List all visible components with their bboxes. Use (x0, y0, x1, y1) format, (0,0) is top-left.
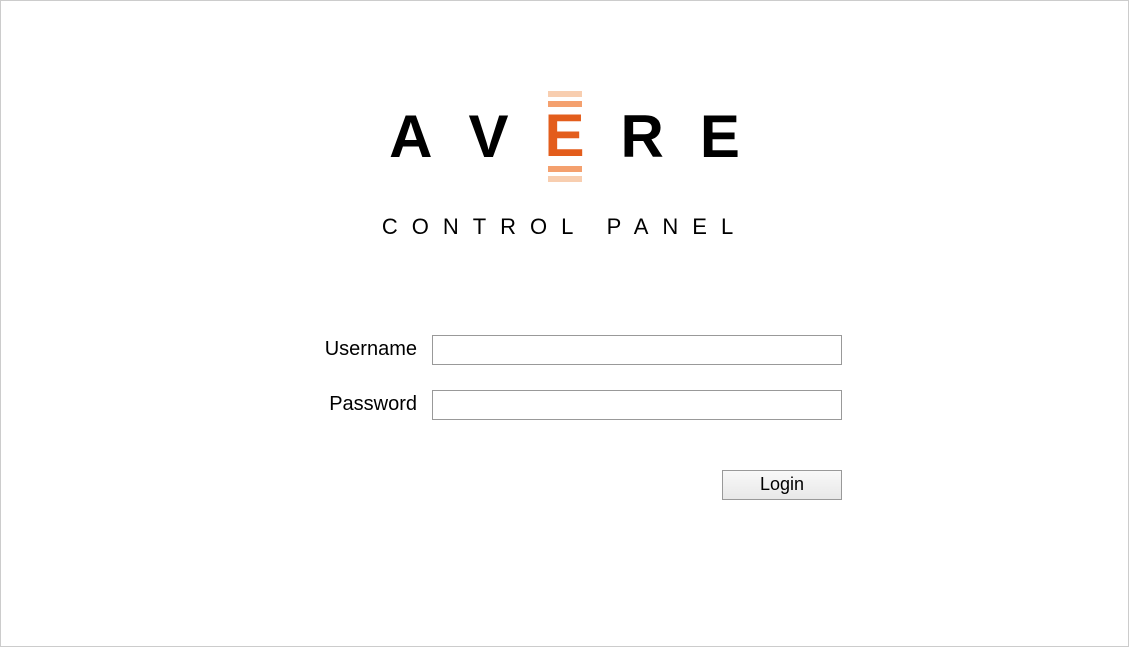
login-panel: A V E R E CONTROL PANEL Username Passwor… (0, 0, 1129, 647)
decor-bar-icon (548, 91, 582, 97)
brand-letter-a: A (389, 102, 432, 171)
brand-logo: A V E R E CONTROL PANEL (382, 91, 747, 240)
login-button[interactable]: Login (722, 470, 842, 500)
username-row: Username (287, 335, 842, 365)
brand-e-stack: E (544, 91, 584, 182)
logo-area: A V E R E CONTROL PANEL (1, 1, 1128, 240)
brand-letter-e2: E (700, 102, 740, 171)
password-label: Password (287, 393, 417, 416)
login-form: Username Password Login (1, 335, 1128, 500)
brand-letter-e: E (544, 113, 584, 160)
brand-subtitle: CONTROL PANEL (382, 214, 747, 240)
password-input[interactable] (432, 390, 842, 420)
button-row: Login (287, 470, 842, 500)
username-input[interactable] (432, 335, 842, 365)
password-row: Password (287, 390, 842, 420)
brand-row: A V E R E (382, 91, 747, 182)
decor-bar-icon (548, 166, 582, 172)
brand-letter-r: R (621, 102, 664, 171)
username-label: Username (287, 338, 417, 361)
brand-letter-v: V (468, 102, 508, 171)
decor-bar-icon (548, 176, 582, 182)
